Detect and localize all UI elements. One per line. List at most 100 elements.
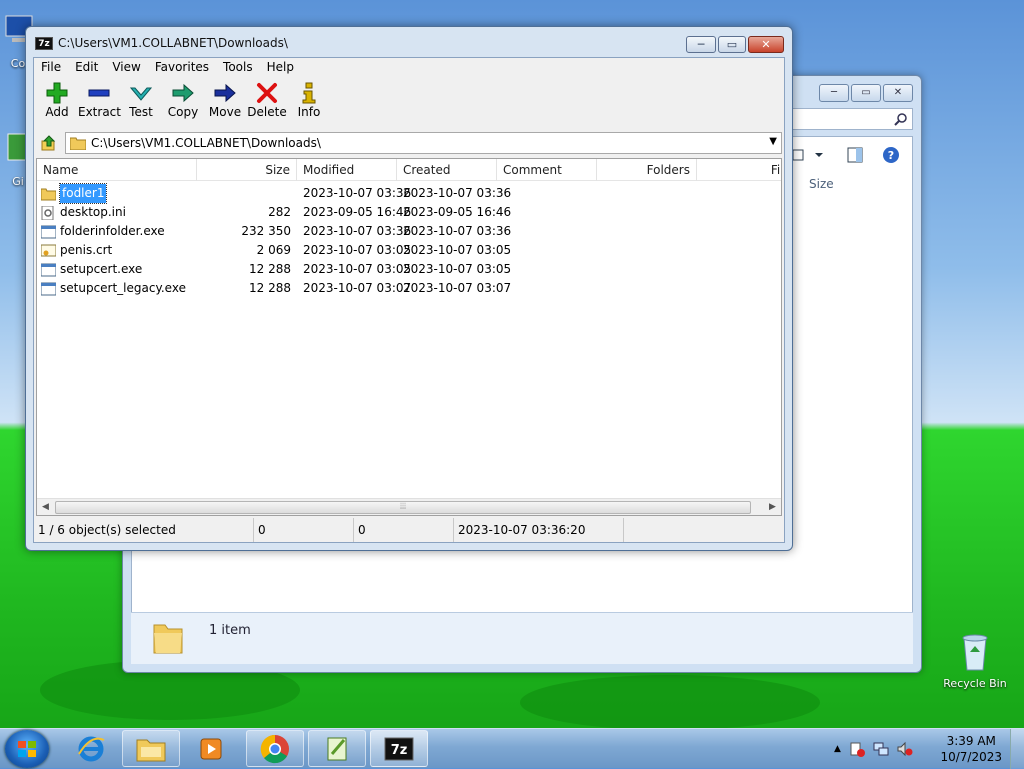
taskbar-chrome[interactable] — [246, 730, 304, 767]
title-bar[interactable]: 7z C:\Users\VM1.COLLABNET\Downloads\ ─ ▭… — [26, 27, 792, 57]
status-timestamp: 2023-10-07 03:36:20 — [454, 518, 624, 542]
file-name-cell[interactable]: folderinfolder.exe — [41, 222, 171, 241]
bg-maximize-button[interactable]: ▭ — [851, 84, 881, 102]
sevenzip-window[interactable]: 7z C:\Users\VM1.COLLABNET\Downloads\ ─ ▭… — [25, 26, 793, 551]
status-size: 0 — [254, 518, 354, 542]
column-name[interactable]: Name — [37, 159, 197, 181]
horizontal-scrollbar[interactable]: ◀ ⦙⦙⦙ ▶ — [37, 498, 781, 515]
file-name-cell[interactable]: fodler1 — [41, 183, 112, 204]
file-name: setupcert.exe — [60, 262, 143, 276]
file-name-cell[interactable]: desktop.ini — [41, 203, 132, 222]
file-name-cell[interactable]: penis.crt — [41, 241, 118, 260]
extract-button[interactable]: Extract — [78, 78, 121, 128]
clock[interactable]: 3:39 AM 10/7/2023 — [940, 733, 1002, 765]
column-files[interactable]: File — [697, 159, 781, 181]
close-icon: ✕ — [761, 38, 771, 51]
help-icon[interactable]: ? — [882, 146, 900, 164]
add-button[interactable]: Add — [36, 78, 78, 128]
desktop-icon-recycle-bin[interactable]: Recycle Bin — [935, 630, 1015, 690]
menu-file[interactable]: File — [34, 58, 68, 76]
file-size: 12 288 — [249, 281, 291, 295]
delete-button[interactable]: Delete — [246, 78, 288, 128]
preview-pane-icon[interactable] — [847, 147, 863, 163]
close-button[interactable]: ✕ — [748, 36, 784, 53]
menu-favorites[interactable]: Favorites — [148, 58, 216, 76]
file-created: 2023-09-05 16:46 — [403, 205, 512, 219]
clock-date: 10/7/2023 — [940, 750, 1002, 764]
taskbar-ie[interactable] — [62, 730, 120, 767]
up-folder-button[interactable] — [37, 132, 61, 154]
sevenzip-app-icon[interactable]: 7z — [35, 37, 53, 50]
column-folders[interactable]: Folders — [597, 159, 697, 181]
taskbar-sevenzip[interactable]: 7z — [370, 730, 428, 767]
bg-close-button[interactable]: ✕ — [883, 84, 913, 102]
file-size: 232 350 — [241, 224, 291, 238]
column-size[interactable]: Size — [197, 159, 297, 181]
bg-column-size[interactable]: Size — [809, 177, 834, 191]
file-row[interactable]: setupcert.exe 12 288 2023-10-07 03:05 2023-… — [37, 260, 781, 279]
menu-help[interactable]: Help — [260, 58, 301, 76]
window-title: C:\Users\VM1.COLLABNET\Downloads\ — [58, 36, 288, 50]
scrollbar-thumb[interactable]: ⦙⦙⦙ — [55, 501, 751, 514]
tray-expand-icon[interactable]: ▲ — [834, 744, 841, 754]
menu-view[interactable]: View — [105, 58, 147, 76]
desktop-wallpaper-shape — [520, 675, 820, 730]
file-name-cell[interactable]: setupcert_legacy.exe — [41, 279, 192, 298]
maximize-button[interactable]: ▭ — [718, 36, 746, 53]
test-button[interactable]: Test — [120, 78, 162, 128]
info-button[interactable]: Info — [288, 78, 330, 128]
volume-muted-icon[interactable] — [897, 741, 913, 757]
file-row[interactable]: folderinfolder.exe 232 350 2023-10-07 03:3… — [37, 222, 781, 241]
file-row[interactable]: penis.crt 2 069 2023-10-07 03:05 2023-10-07… — [37, 241, 781, 260]
taskbar-media-player[interactable] — [182, 730, 240, 767]
bg-details-pane: 1 item — [131, 612, 913, 664]
delete-icon — [257, 83, 277, 103]
file-name: desktop.ini — [60, 205, 126, 219]
start-button[interactable] — [5, 730, 49, 768]
chrome-icon — [260, 734, 289, 763]
menu-tools[interactable]: Tools — [216, 58, 260, 76]
svg-text:7z: 7z — [391, 743, 408, 758]
notepadpp-icon — [327, 737, 347, 760]
toolbar: Add Extract Test Copy Move Delete Info — [34, 78, 784, 128]
file-name: setupcert_legacy.exe — [60, 281, 186, 295]
chevron-down-icon[interactable]: ▼ — [769, 136, 777, 147]
action-center-icon[interactable] — [849, 741, 865, 757]
file-name-cell[interactable]: setupcert.exe — [41, 260, 148, 279]
folder-icon — [70, 137, 86, 150]
move-button[interactable]: Move — [204, 78, 246, 128]
column-comment[interactable]: Comment — [497, 159, 597, 181]
test-label: Test — [129, 105, 153, 119]
column-modified[interactable]: Modified — [297, 159, 397, 181]
taskbar-notepadpp[interactable] — [308, 730, 366, 767]
settings-file-icon — [41, 205, 54, 220]
scroll-left-icon[interactable]: ◀ — [37, 499, 54, 515]
bg-minimize-button[interactable]: ─ — [819, 84, 849, 102]
address-path: C:\Users\VM1.COLLABNET\Downloads\ — [91, 136, 321, 150]
column-created[interactable]: Created — [397, 159, 497, 181]
background-window-controls: ─ ▭ ✕ — [819, 84, 913, 102]
file-created: 2023-10-07 03:05 — [403, 243, 512, 257]
taskbar-explorer[interactable] — [122, 730, 180, 767]
minimize-button[interactable]: ─ — [686, 36, 716, 53]
file-size: 2 069 — [256, 243, 291, 257]
file-list[interactable]: Name Size Modified Created Comment Folde… — [36, 158, 782, 516]
file-row[interactable]: setupcert_legacy.exe 12 288 2023-10-07 03:… — [37, 279, 781, 298]
info-icon — [302, 82, 316, 104]
bg-search-box[interactable] — [789, 108, 913, 130]
scroll-right-icon[interactable]: ▶ — [764, 499, 781, 515]
show-desktop-button[interactable] — [1010, 729, 1024, 769]
add-label: Add — [45, 105, 69, 119]
file-name: fodler1 — [58, 183, 108, 204]
copy-button[interactable]: Copy — [162, 78, 204, 128]
file-row[interactable]: desktop.ini 282 2023-09-05 16:46 2023-09-05… — [37, 203, 781, 222]
status-bar: 1 / 6 object(s) selected 0 0 2023-10-07 … — [34, 518, 784, 542]
file-modified: 2023-10-07 03:05 — [303, 243, 412, 257]
file-row[interactable]: fodler1 2023-10-07 03:36 2023-10-07 03:36 — [37, 183, 781, 204]
menu-edit[interactable]: Edit — [68, 58, 105, 76]
network-icon[interactable] — [873, 741, 889, 757]
view-options-icon[interactable] — [791, 148, 825, 162]
file-modified: 2023-09-05 16:46 — [303, 205, 412, 219]
file-modified: 2023-10-07 03:36 — [303, 186, 412, 200]
address-input[interactable]: C:\Users\VM1.COLLABNET\Downloads\ ▼ — [65, 132, 782, 154]
